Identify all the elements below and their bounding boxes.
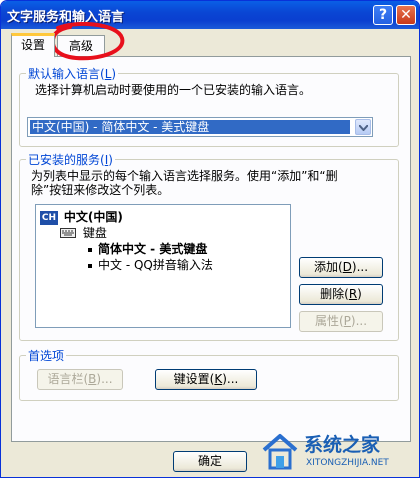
watermark-url: XITONGZHIJIA.NET <box>306 458 389 468</box>
bullet-icon <box>88 263 92 268</box>
watermark: 系统之家 XITONGZHIJIA.NET <box>256 428 416 476</box>
ok-button[interactable]: 确定 <box>173 451 247 472</box>
chevron-down-icon[interactable] <box>355 119 371 135</box>
default-language-select[interactable]: 中文(中国) - 简体中文 - 美式键盘 <box>27 117 373 137</box>
close-button[interactable]: ✕ <box>396 5 416 25</box>
list-item-service[interactable]: 中文 - QQ拼音输入法 <box>88 257 213 273</box>
key-settings-button[interactable]: 键设置(K)... <box>155 369 257 390</box>
keyboard-category-label: 键盘 <box>82 226 107 240</box>
list-item-service[interactable]: 简体中文 - 美式键盘 <box>88 241 207 257</box>
tab-settings[interactable]: 设置 <box>11 33 55 57</box>
tab-advanced[interactable]: 高级 <box>57 35 105 57</box>
dialog-window: 文字服务和输入语言 ? ✕ 设置 高级 默认输入语言(L) 选择计算机启动时要使… <box>0 0 420 478</box>
service-label: 简体中文 - 美式键盘 <box>98 242 208 256</box>
list-item-keyboard-category[interactable]: 键盘 <box>60 225 107 242</box>
preferences-legend: 首选项 <box>28 349 65 363</box>
title-bar[interactable]: 文字服务和输入语言 ? ✕ <box>1 1 419 29</box>
house-logo-icon <box>262 434 298 470</box>
window-title: 文字服务和输入语言 <box>7 10 125 25</box>
language-label: 中文(中国) <box>63 210 123 224</box>
installed-services-list[interactable]: CH 中文(中国) 键盘 简体中文 - 美式键盘 中文 - QQ拼音输入法 <box>35 204 291 328</box>
installed-services-description-line2: 除”按钮来修改这个列表。 <box>31 183 170 197</box>
bullet-icon <box>88 247 92 252</box>
default-language-legend: 默认输入语言(L) <box>28 67 117 81</box>
list-item-language[interactable]: CH 中文(中国) <box>40 209 123 225</box>
installed-services-legend: 已安装的服务(I) <box>28 153 113 167</box>
language-bar-button[interactable]: 语言栏(B)... <box>37 369 123 390</box>
language-badge-icon: CH <box>40 210 58 225</box>
watermark-name: 系统之家 <box>304 434 381 456</box>
add-button[interactable]: 添加(D)... <box>299 257 383 278</box>
default-language-description: 选择计算机启动时要使用的一个已安装的输入语言。 <box>35 83 312 97</box>
help-button[interactable]: ? <box>373 5 393 25</box>
keyboard-icon <box>60 226 76 242</box>
properties-button[interactable]: 属性(P)... <box>299 311 383 332</box>
default-language-value: 中文(中国) - 简体中文 - 美式键盘 <box>30 120 350 134</box>
remove-button[interactable]: 删除(R) <box>299 284 383 305</box>
service-label: 中文 - QQ拼音输入法 <box>98 258 213 272</box>
